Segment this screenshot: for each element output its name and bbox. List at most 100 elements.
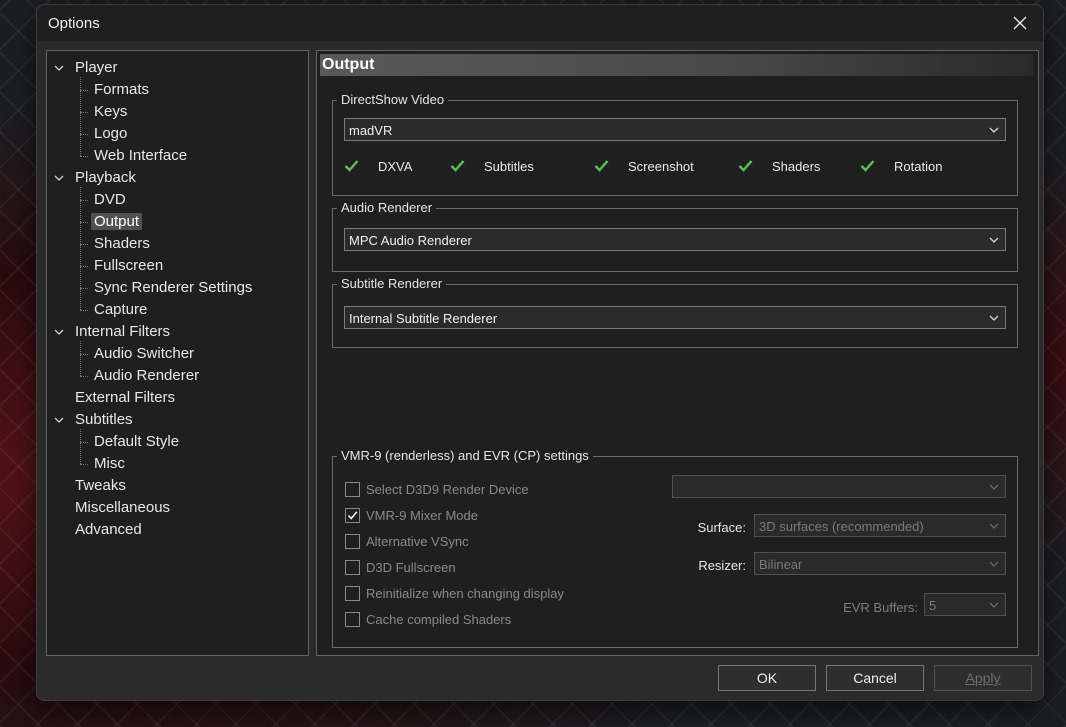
tree-item-internal-filters[interactable]: Internal Filters [54, 321, 173, 342]
audio-renderer-combo[interactable]: MPC Audio Renderer [344, 228, 1006, 251]
tree-connector [80, 354, 88, 355]
checkbox-box[interactable] [345, 534, 360, 549]
tree-connector [80, 429, 81, 464]
chevron-down-icon [989, 602, 999, 608]
tree-item-label: Fullscreen [94, 257, 164, 274]
subtitle-renderer-group: Subtitle Renderer Internal Subtitle Rend… [332, 276, 1018, 348]
close-button[interactable] [997, 5, 1043, 41]
tree-item-player[interactable]: Player [54, 57, 121, 78]
checkbox-label: Alternative VSync [366, 534, 469, 549]
tree-item-label: Logo [94, 125, 128, 142]
tree-item-label: External Filters [75, 389, 176, 406]
vmr-evr-settings-legend: VMR-9 (renderless) and EVR (CP) settings [337, 448, 593, 464]
tree-connector [80, 200, 88, 201]
tree-item-label: Tweaks [75, 477, 126, 494]
tree-item-advanced[interactable]: Advanced [72, 519, 145, 540]
tree-item-label: Advanced [75, 521, 142, 538]
tree-item-misc[interactable]: Misc [91, 453, 128, 474]
capability-label: Shaders [772, 159, 821, 174]
resizer-label: Resizer: [698, 558, 746, 573]
ok-button[interactable]: OK [718, 665, 816, 691]
resizer-combo[interactable]: Bilinear [754, 552, 1006, 575]
close-icon [1013, 16, 1027, 30]
tree-connector [80, 442, 88, 443]
tree-item-label: Output [91, 213, 143, 230]
tree-item-label: Playback [75, 169, 136, 186]
tree-item-label: DVD [94, 191, 126, 208]
chevron-down-icon [989, 561, 999, 567]
chevron-down-icon[interactable] [54, 173, 64, 183]
audio-renderer-group: Audio Renderer MPC Audio Renderer [332, 200, 1018, 272]
window-title: Options [48, 15, 100, 32]
checkbox-label: Cache compiled Shaders [366, 612, 512, 627]
capability-label: Rotation [894, 159, 943, 174]
directshow-video-group: DirectShow Video madVR DXVA Subtitles Scre… [332, 92, 1018, 196]
evr-buffers-combo[interactable]: 5 [924, 593, 1006, 616]
tree-item-external-filters[interactable]: External Filters [72, 387, 178, 408]
tree-item-sync-renderer-settings[interactable]: Sync Renderer Settings [91, 277, 255, 298]
directshow-video-value: madVR [349, 123, 393, 138]
surface-label: Surface: [697, 520, 746, 535]
subtitle-renderer-combo[interactable]: Internal Subtitle Renderer [344, 306, 1006, 329]
directshow-video-legend: DirectShow Video [337, 92, 449, 108]
tree-item-default-style[interactable]: Default Style [91, 431, 182, 452]
tree-item-capture[interactable]: Capture [91, 299, 150, 320]
surface-value: 3D surfaces (recommended) [759, 519, 924, 534]
tree-item-subtitles[interactable]: Subtitles [54, 409, 136, 430]
vmr-evr-settings-group: VMR-9 (renderless) and EVR (CP) settings… [332, 448, 1018, 648]
checkmark-icon [344, 160, 359, 172]
tree-item-playback[interactable]: Playback [54, 167, 139, 188]
tree-item-label: Sync Renderer Settings [94, 279, 253, 296]
directshow-video-combo[interactable]: madVR [344, 118, 1006, 141]
cancel-button[interactable]: Cancel [826, 665, 924, 691]
options-tree[interactable]: Player Formats Keys Logo Web Interface Playba… [46, 50, 309, 656]
tree-connector [80, 244, 88, 245]
chevron-down-icon [989, 484, 999, 490]
tree-item-label: Web Interface [94, 147, 188, 164]
chevron-down-icon[interactable] [54, 327, 64, 337]
chevron-down-icon[interactable] [54, 415, 64, 425]
tree-item-label: Default Style [94, 433, 180, 450]
tree-item-formats[interactable]: Formats [91, 79, 152, 100]
checkbox-label: D3D Fullscreen [366, 560, 456, 575]
tree-item-miscellaneous[interactable]: Miscellaneous [72, 497, 173, 518]
chevron-down-icon [989, 315, 999, 321]
tree-item-dvd[interactable]: DVD [91, 189, 129, 210]
checkbox-label: VMR-9 Mixer Mode [366, 508, 478, 523]
tree-item-audio-switcher[interactable]: Audio Switcher [91, 343, 197, 364]
tree-item-shaders[interactable]: Shaders [91, 233, 153, 254]
checkmark-icon [347, 511, 358, 520]
checkbox-box[interactable] [345, 508, 360, 523]
checkbox-box[interactable] [345, 612, 360, 627]
capability-label: Screenshot [628, 159, 694, 174]
surface-combo[interactable]: 3D surfaces (recommended) [754, 514, 1006, 537]
checkbox-box[interactable] [345, 560, 360, 575]
tree-item-label: Internal Filters [75, 323, 171, 340]
subtitle-renderer-value: Internal Subtitle Renderer [349, 311, 498, 326]
tree-item-logo[interactable]: Logo [91, 123, 130, 144]
subtitle-renderer-legend: Subtitle Renderer [337, 276, 447, 292]
tree-connector [80, 341, 81, 376]
checkmark-icon [738, 160, 753, 172]
checkbox-box[interactable] [345, 482, 360, 497]
tree-item-output[interactable]: Output [91, 211, 143, 232]
tree-connector [80, 187, 81, 310]
capability-label: DXVA [378, 159, 413, 174]
tree-item-label: Formats [94, 81, 150, 98]
checkbox-label: Reinitialize when changing display [366, 586, 565, 601]
tree-item-web-interface[interactable]: Web Interface [91, 145, 190, 166]
apply-button[interactable]: Apply [934, 665, 1032, 691]
checkbox-box[interactable] [345, 586, 360, 601]
chevron-down-icon [989, 127, 999, 133]
checkmark-icon [860, 160, 875, 172]
chevron-down-icon[interactable] [54, 63, 64, 73]
tree-item-label: Shaders [94, 235, 150, 252]
tree-connector [80, 156, 88, 157]
tree-item-keys[interactable]: Keys [91, 101, 130, 122]
tree-item-tweaks[interactable]: Tweaks [72, 475, 129, 496]
render-device-combo[interactable] [672, 475, 1006, 498]
tree-item-audio-renderer[interactable]: Audio Renderer [91, 365, 202, 386]
tree-connector [80, 376, 88, 377]
tree-connector [80, 134, 88, 135]
tree-item-fullscreen[interactable]: Fullscreen [91, 255, 166, 276]
